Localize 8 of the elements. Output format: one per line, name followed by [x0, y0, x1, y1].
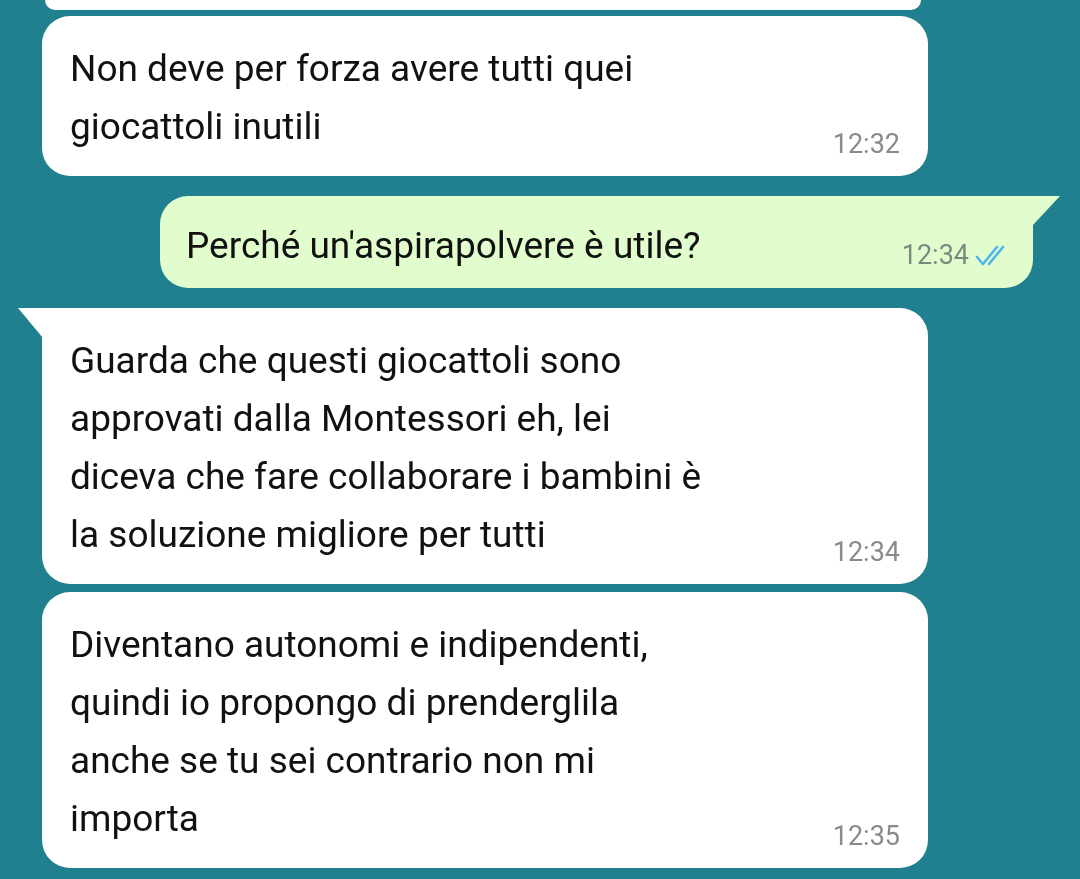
- message-time: 12:35: [832, 819, 900, 854]
- message-text: Diventano autonomi e indipendenti, quindi io propongo di prenderglila anche se tu sei contrario non mi importa: [70, 622, 648, 842]
- message-time: 12:34: [832, 535, 900, 570]
- message-time: 12:32: [832, 127, 900, 162]
- message-time: 12:34: [901, 238, 969, 272]
- message-text: Perché un'aspirapolvere è utile?: [186, 223, 701, 269]
- message-text: Non deve per forza avere tutti quei giocattoli inutili: [70, 46, 634, 150]
- message-text: Guarda che questi giocattoli sono approvati dalla Montessori eh, lei diceva che fare collaborare i bambini è la soluzione migliore per tutti: [70, 338, 702, 558]
